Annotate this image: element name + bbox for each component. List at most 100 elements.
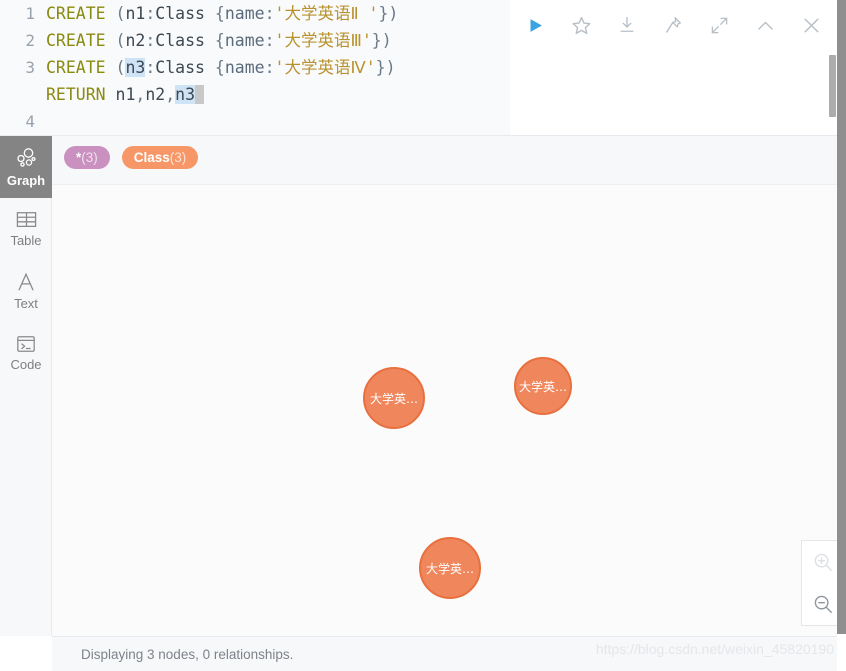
code-line: 1 CREATE (n1:Class {name:'大学英语Ⅱ '}) (0, 0, 510, 27)
page-scrollbar-thumb[interactable] (837, 0, 846, 634)
graph-node[interactable]: 大学英… (363, 367, 425, 429)
line-number: 3 (25, 58, 35, 77)
editor-scrollbar[interactable] (829, 55, 836, 117)
code-token: { (214, 31, 225, 50)
code-line-content: CREATE (n2:Class {name:'大学英语Ⅲ'}) (46, 27, 392, 54)
sidebar-item-code[interactable]: Code (0, 322, 52, 384)
code-line: 2 CREATE (n2:Class {name:'大学英语Ⅲ'}) (0, 27, 510, 54)
code-token: : (264, 58, 275, 77)
code-line-content: CREATE (n1:Class {name:'大学英语Ⅱ '}) (46, 0, 398, 27)
code-token: name (224, 4, 265, 23)
chevron-up-icon (755, 15, 776, 36)
graph-node[interactable]: 大学英… (419, 537, 481, 599)
code-line: 4 (0, 108, 510, 135)
query-editor: 1 CREATE (n1:Class {name:'大学英语Ⅱ '}) 2 CREAT… (0, 0, 846, 136)
sidebar-item-graph[interactable]: Graph (0, 136, 52, 198)
graph-icon (14, 146, 38, 170)
code-token: : (145, 31, 156, 50)
bottom-left-strip (0, 636, 52, 671)
code-token: : (145, 4, 156, 23)
code-token: ) (385, 58, 396, 77)
code-token: ( (115, 4, 126, 23)
table-icon (15, 210, 38, 230)
graph-node-caption: 大学英… (425, 561, 474, 576)
favorite-button[interactable] (558, 4, 604, 46)
line-number: 2 (25, 31, 35, 50)
code-token: n2 (125, 31, 146, 50)
zoom-out-icon (812, 593, 834, 615)
code-token: } (375, 58, 386, 77)
code-token: name (224, 31, 265, 50)
graph-node-caption: 大学英… (369, 391, 418, 406)
code-token: Class (155, 31, 205, 50)
play-icon (527, 16, 544, 35)
graph-node[interactable]: 大学英… (514, 357, 572, 415)
legend-chips: * (3) Class (3) (64, 146, 199, 169)
code-token: CREATE (46, 58, 106, 77)
page-scrollbar[interactable] (837, 0, 846, 671)
star-icon (571, 15, 592, 36)
sidebar-item-label: Text (14, 296, 38, 311)
code-token: , (135, 85, 146, 104)
code-token: } (378, 4, 389, 23)
code-token: ( (115, 31, 126, 50)
code-token: CREATE (46, 4, 106, 23)
sidebar-item-label: Table (10, 233, 42, 248)
expand-button[interactable] (696, 4, 742, 46)
code-token: { (214, 58, 225, 77)
sidebar-item-label: Graph (6, 173, 46, 188)
code-token: RETURN (46, 85, 106, 104)
code-token: : (264, 4, 275, 23)
sidebar-item-label: Code (10, 357, 42, 372)
zoom-in-icon (812, 551, 834, 573)
expand-icon (710, 16, 729, 35)
code-token: n3 (125, 58, 146, 77)
code-token: n1 (115, 85, 136, 104)
code-token: '大学英语Ⅳ' (274, 58, 376, 77)
code-token: '大学英语Ⅱ ' (274, 4, 379, 23)
code-token: n2 (145, 85, 166, 104)
graph-visualization-canvas[interactable]: 大学英… 大学英… 大学英… (52, 184, 846, 636)
code-token: } (371, 31, 382, 50)
status-bar: Displaying 3 nodes, 0 relationships. (52, 636, 846, 671)
pin-button[interactable] (650, 4, 696, 46)
cypher-editor-input[interactable]: 1 CREATE (n1:Class {name:'大学英语Ⅱ '}) 2 CREAT… (0, 0, 510, 135)
code-line-content: CREATE (n3:Class {name:'大学英语Ⅳ'}) (46, 54, 396, 81)
chip-label-class[interactable]: Class (3) (121, 146, 199, 169)
pin-icon (663, 15, 683, 35)
graph-node-caption: 大学英… (518, 379, 567, 394)
line-number: 4 (25, 112, 35, 131)
code-line-content: RETURN n1,n2,n3 (46, 81, 205, 108)
sidebar-item-table[interactable]: Table (0, 198, 52, 260)
chip-key: Class (133, 150, 170, 165)
code-token: : (264, 31, 275, 50)
sidebar-item-text[interactable]: Text (0, 260, 52, 322)
code-line: RETURN n1,n2,n3 (0, 81, 510, 108)
code-token: '大学英语Ⅲ' (274, 31, 372, 50)
code-token: , (165, 85, 176, 104)
line-number: 1 (25, 4, 35, 23)
chip-count: (3) (81, 150, 98, 165)
code-token: { (214, 4, 225, 23)
editor-toolbar (512, 0, 846, 50)
code-token: name (224, 58, 265, 77)
code-token: ( (115, 58, 126, 77)
code-token: ) (381, 31, 392, 50)
result-view-sidebar: Graph Table Text Code (0, 136, 52, 636)
download-icon (617, 15, 637, 35)
code-token: n1 (125, 4, 146, 23)
chip-all-nodes[interactable]: * (3) (64, 146, 110, 169)
run-query-button[interactable] (512, 4, 558, 46)
close-icon (801, 15, 822, 36)
code-token: n3 (175, 85, 196, 104)
collapse-button[interactable] (742, 4, 788, 46)
close-button[interactable] (788, 4, 834, 46)
download-button[interactable] (604, 4, 650, 46)
code-token: ) (388, 4, 399, 23)
